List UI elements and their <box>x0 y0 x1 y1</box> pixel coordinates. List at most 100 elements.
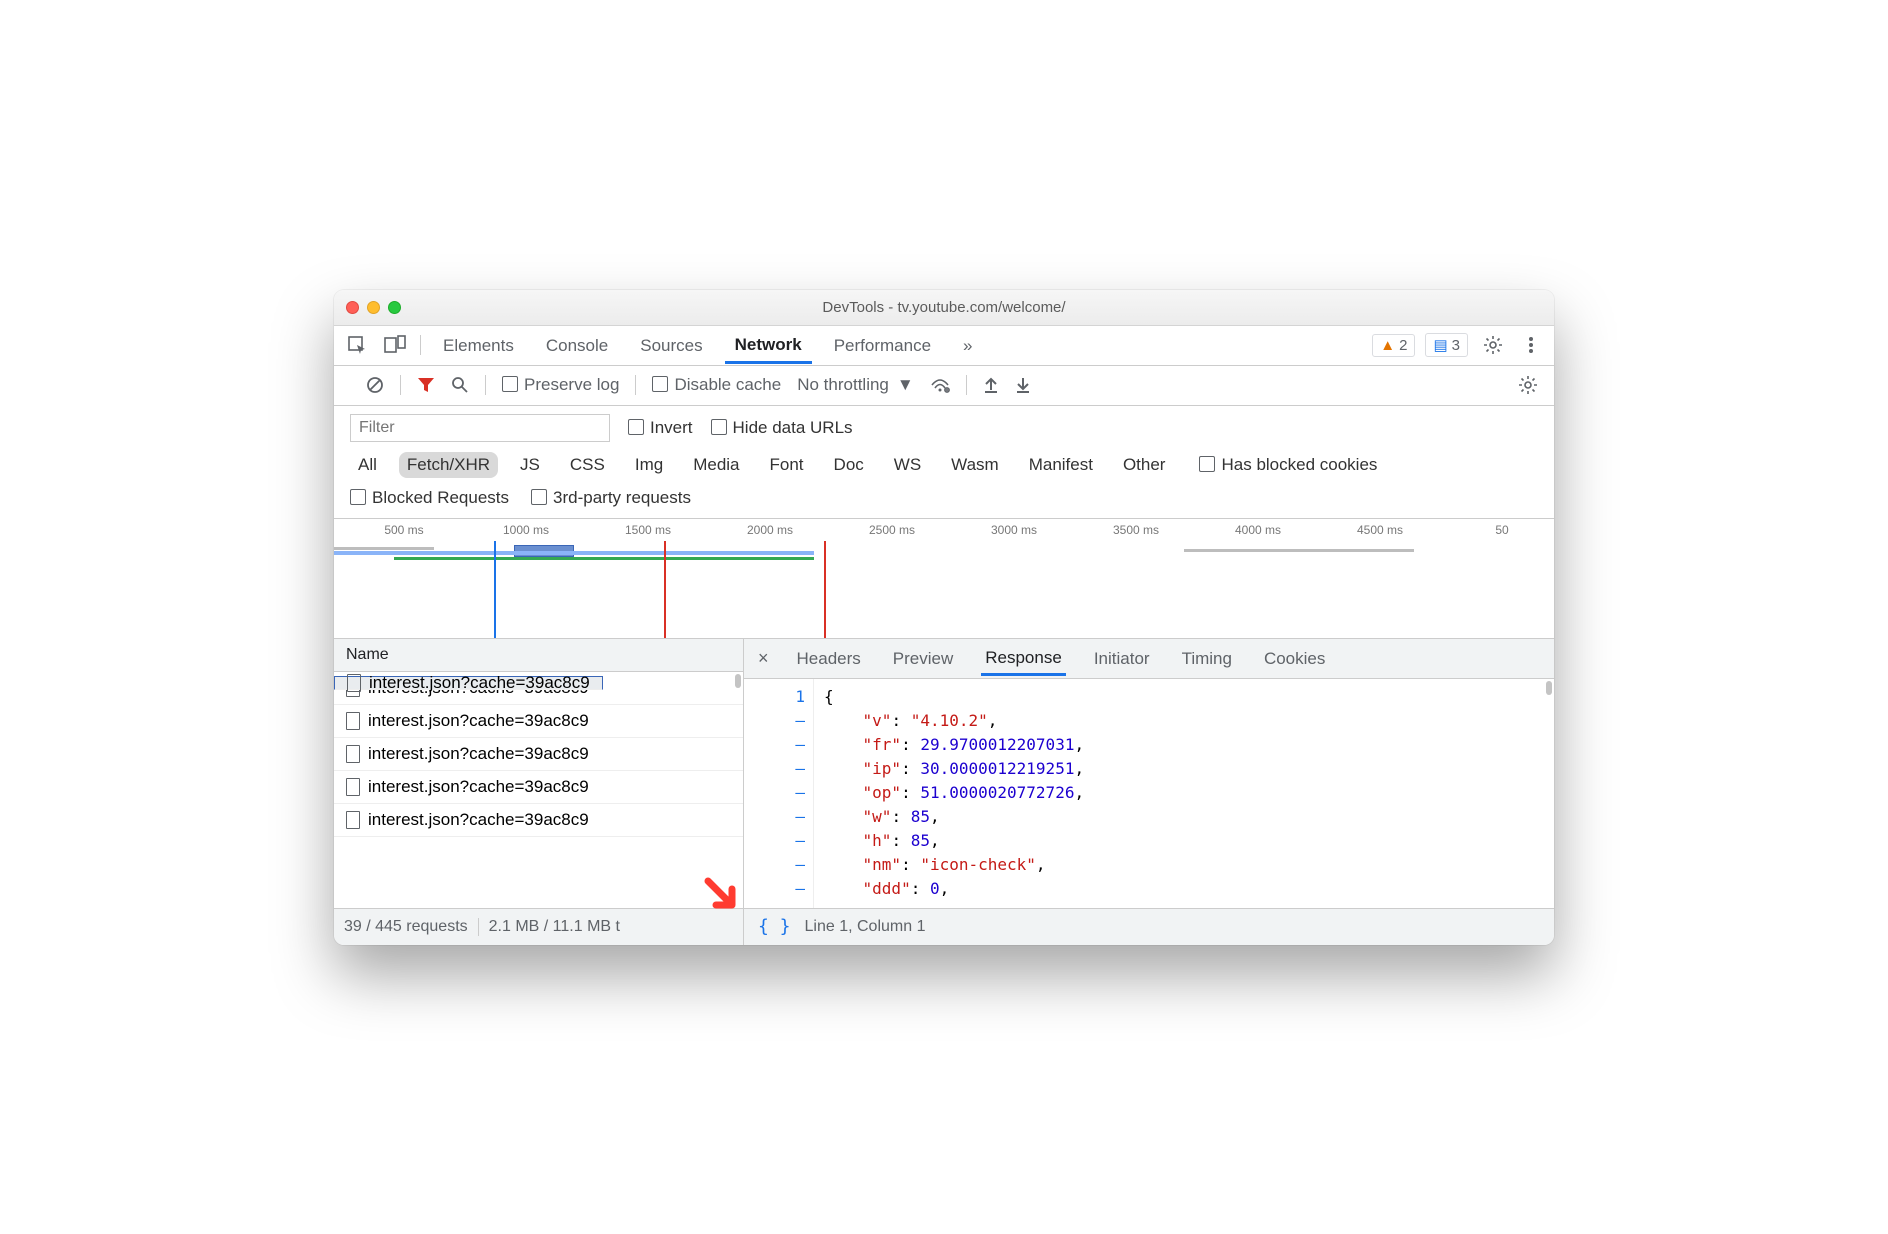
document-icon <box>346 811 360 829</box>
timeline-tick: 500 ms <box>384 523 423 537</box>
request-count: 39 / 445 requests <box>344 918 468 936</box>
titlebar: DevTools - tv.youtube.com/welcome/ <box>334 290 1554 326</box>
detail-tabs: × Headers Preview Response Initiator Timing C… <box>744 639 1554 679</box>
message-icon: ▤ <box>1433 336 1447 354</box>
type-filter-css[interactable]: CSS <box>562 452 613 478</box>
line-gutter: 1 – – – – – – – – <box>744 679 814 908</box>
kebab-menu-icon[interactable] <box>1518 332 1544 358</box>
status-badges: ▲2 ▤3 <box>1372 333 1468 357</box>
pretty-print-button[interactable]: { } <box>758 916 791 937</box>
timeline-tick: 2500 ms <box>869 523 915 537</box>
transfer-size: 2.1 MB / 11.1 MB t <box>489 918 620 936</box>
device-toggle-icon[interactable] <box>382 332 408 358</box>
timeline-tick: 4500 ms <box>1357 523 1403 537</box>
type-filter-js[interactable]: JS <box>512 452 548 478</box>
request-name: interest.json?cache=39ac8c9 <box>368 777 589 797</box>
request-name: interest.json?cache=39ac8c9 <box>369 673 590 693</box>
type-filter-fetch-xhr[interactable]: Fetch/XHR <box>399 452 498 478</box>
type-filter-font[interactable]: Font <box>762 452 812 478</box>
resource-type-filters: All Fetch/XHR JS CSS Img Media Font Doc WS Wasm Ma… <box>350 452 1538 478</box>
divider <box>420 335 421 355</box>
scrollbar[interactable] <box>1546 681 1552 695</box>
filter-toggle-icon[interactable] <box>417 376 435 394</box>
main-tabs: Elements Console Sources Network Performance… <box>334 326 1554 366</box>
request-name: interest.json?cache=39ac8c9 <box>368 711 589 731</box>
messages-badge[interactable]: ▤3 <box>1425 333 1468 357</box>
filter-input[interactable] <box>350 414 610 442</box>
request-row[interactable]: interest.json?cache=39ac8c9 <box>334 676 603 690</box>
throttling-select[interactable]: No throttling ▼ <box>797 375 914 395</box>
tab-network[interactable]: Network <box>725 326 812 364</box>
window-title: DevTools - tv.youtube.com/welcome/ <box>334 299 1554 316</box>
chevron-down-icon: ▼ <box>897 375 914 395</box>
type-filter-ws[interactable]: WS <box>886 452 929 478</box>
status-bar: 39 / 445 requests 2.1 MB / 11.1 MB t { }… <box>334 909 1554 945</box>
detail-tab-timing[interactable]: Timing <box>1178 641 1236 676</box>
request-list[interactable]: interest.json?cache=39ac8c9 interest.json… <box>334 672 743 908</box>
request-list-pane: Name interest.json?cache=39ac8c9interest… <box>334 639 744 908</box>
type-filter-all[interactable]: All <box>350 452 385 478</box>
timeline-tick: 3500 ms <box>1113 523 1159 537</box>
detail-tab-preview[interactable]: Preview <box>889 641 957 676</box>
timeline-tick: 2000 ms <box>747 523 793 537</box>
more-tabs-button[interactable]: » <box>953 327 982 364</box>
invert-checkbox[interactable]: Invert <box>628 418 693 438</box>
type-filter-media[interactable]: Media <box>685 452 747 478</box>
timeline-tick: 3000 ms <box>991 523 1037 537</box>
inspect-icon[interactable] <box>344 332 370 358</box>
upload-har-icon[interactable] <box>983 376 999 394</box>
document-icon <box>346 712 360 730</box>
type-filter-doc[interactable]: Doc <box>826 452 872 478</box>
request-row[interactable]: interest.json?cache=39ac8c9 <box>334 804 743 837</box>
response-body[interactable]: 1 – – – – – – – – { "v": "4.10.2", "fr":… <box>744 679 1554 908</box>
search-icon[interactable] <box>451 376 469 394</box>
request-row[interactable]: interest.json?cache=39ac8c9 <box>334 738 743 771</box>
type-filter-manifest[interactable]: Manifest <box>1021 452 1101 478</box>
network-split: Name interest.json?cache=39ac8c9interest… <box>334 639 1554 909</box>
devtools-window: DevTools - tv.youtube.com/welcome/ Eleme… <box>334 290 1554 945</box>
type-filter-other[interactable]: Other <box>1115 452 1174 478</box>
tab-sources[interactable]: Sources <box>630 327 712 364</box>
preserve-log-checkbox[interactable]: Preserve log <box>502 375 619 395</box>
clear-button[interactable] <box>366 376 384 394</box>
tab-console[interactable]: Console <box>536 327 618 364</box>
request-name: interest.json?cache=39ac8c9 <box>368 810 589 830</box>
document-icon <box>346 778 360 796</box>
request-row[interactable]: interest.json?cache=39ac8c9 <box>334 705 743 738</box>
detail-pane: × Headers Preview Response Initiator Timing C… <box>744 639 1554 908</box>
tab-elements[interactable]: Elements <box>433 327 524 364</box>
type-filter-wasm[interactable]: Wasm <box>943 452 1007 478</box>
request-name: interest.json?cache=39ac8c9 <box>368 744 589 764</box>
has-blocked-cookies-checkbox[interactable]: Has blocked cookies <box>1199 455 1377 475</box>
network-settings-icon[interactable] <box>1518 375 1538 395</box>
status-left: 39 / 445 requests 2.1 MB / 11.1 MB t <box>334 909 744 945</box>
timeline-tick: 50 <box>1495 523 1508 537</box>
name-column-header[interactable]: Name <box>334 639 743 672</box>
timeline-tick: 1000 ms <box>503 523 549 537</box>
download-har-icon[interactable] <box>1015 376 1031 394</box>
warning-icon: ▲ <box>1380 337 1395 354</box>
third-party-checkbox[interactable]: 3rd-party requests <box>531 488 691 508</box>
network-toolbar: Preserve log Disable cache No throttling… <box>334 366 1554 406</box>
settings-icon[interactable] <box>1480 332 1506 358</box>
blocked-requests-checkbox[interactable]: Blocked Requests <box>350 488 509 508</box>
waterfall-overview[interactable]: 500 ms 1000 ms 1500 ms 2000 ms 2500 ms 3000 m… <box>334 519 1554 639</box>
detail-tab-response[interactable]: Response <box>981 640 1066 676</box>
warnings-badge[interactable]: ▲2 <box>1372 334 1415 357</box>
tab-performance[interactable]: Performance <box>824 327 941 364</box>
json-code: { "v": "4.10.2", "fr": 29.9700012207031,… <box>814 679 1094 908</box>
type-filter-img[interactable]: Img <box>627 452 671 478</box>
network-conditions-icon[interactable] <box>930 377 950 393</box>
timeline-tick: 1500 ms <box>625 523 671 537</box>
document-icon <box>347 674 361 692</box>
scrollbar[interactable] <box>735 674 741 688</box>
detail-tab-initiator[interactable]: Initiator <box>1090 641 1154 676</box>
hide-data-urls-checkbox[interactable]: Hide data URLs <box>711 418 853 438</box>
request-row[interactable]: interest.json?cache=39ac8c9 <box>334 771 743 804</box>
close-detail-button[interactable]: × <box>758 648 769 669</box>
cursor-position: Line 1, Column 1 <box>805 918 926 936</box>
filter-bar: Invert Hide data URLs All Fetch/XHR JS CSS I… <box>334 406 1554 519</box>
detail-tab-headers[interactable]: Headers <box>793 641 865 676</box>
detail-tab-cookies[interactable]: Cookies <box>1260 641 1329 676</box>
disable-cache-checkbox[interactable]: Disable cache <box>652 375 781 395</box>
